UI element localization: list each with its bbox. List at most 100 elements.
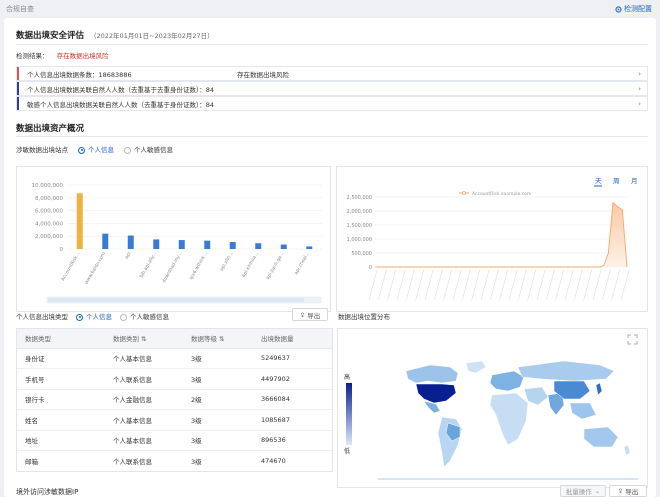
x-tick-mark [536,269,546,301]
bar[interactable] [280,244,287,249]
table-cell: 个人金融信息 [105,389,183,410]
export-label: 导出 [307,311,321,320]
config-button[interactable]: 检测配置 [615,4,652,14]
table-cell: 个人联系信息 [105,450,183,471]
radio-sensitive[interactable]: 个人敏感信息 [120,311,169,321]
legend-high: 高 [344,373,350,381]
bar[interactable] [178,240,185,249]
period-tab[interactable]: 月 [631,177,638,185]
table-cell: 姓名 [17,409,105,431]
map-country-middle-east[interactable] [523,386,549,406]
radio-personal[interactable]: 个人信息 [78,144,114,154]
map-country-europe[interactable] [489,370,525,392]
map-country-se-asia[interactable] [569,402,597,420]
x-tick-mark [368,269,378,301]
bar-chart: 10,000,000 8,000,000 6,000,000 4,000,000 2,0… [32,183,322,304]
table-cell: 3级 [183,368,253,390]
period-tab[interactable]: 天 [595,177,602,185]
y-tick-label: 500,000 [351,251,372,257]
bar[interactable] [229,241,236,249]
bar[interactable] [306,246,313,249]
x-tick-mark [583,269,592,301]
export-icon: ⇪ [617,487,624,495]
bar[interactable] [153,239,160,249]
bar[interactable] [255,243,262,249]
x-tick-label: bjb.api.aliy... [138,251,158,279]
col-header: 出境数据量 [253,329,332,349]
x-tick-mark [546,269,555,301]
result-row-2[interactable]: 个人信息出境数据关联自然人人数（去重基于去重身份证数）：84 › [16,81,648,96]
x-tick-mark [490,269,499,301]
map-country-mexico[interactable] [423,400,441,414]
radio-off-icon [120,313,127,321]
exit-site-label: 涉敏数据出境站点 [16,146,68,154]
world-map: 高 低 [344,334,638,480]
map-country-greenland[interactable] [465,360,487,374]
x-tick-mark [499,269,508,301]
map-country-africa[interactable] [489,392,529,446]
scrollbar-thumb[interactable] [48,298,304,302]
col-label: 数据类别 [113,335,139,344]
x-tick-mark [620,269,630,301]
result-row-1[interactable]: 个人信息出境数据条数：18683886 存在数据出境风险 › [16,66,648,81]
result-line: 检测结果： 存在数据出境风险 [16,50,109,60]
bar-chart-panel: 10,000,000 8,000,000 6,000,000 4,000,000 2,0… [16,166,331,312]
x-tick-label: api.jianli.ga... [265,251,286,281]
table-cell: 地址 [17,430,105,451]
radio-label: 个人敏感信息 [130,313,169,321]
divider [16,44,648,45]
assessment-period: （2022年01月01日~2023年02月27日） [90,32,214,40]
table-cell: 银行卡 [17,389,105,410]
map-panel: 高 低 [337,328,648,488]
y-tick-label: 2,000,000 [35,234,63,240]
x-tick-mark [508,269,518,301]
bar[interactable] [204,240,211,249]
y-tick-label: 0 [60,247,64,253]
map-country-canada[interactable] [405,364,459,384]
x-tick-mark [471,269,480,301]
radio-sensitive[interactable]: 个人敏感信息 [124,144,173,154]
result-row-3[interactable]: 敏感个人信息出境数据关联自然人人数（去重基于身份证数）：84 › [16,96,648,111]
period-tab[interactable]: 周 [613,177,620,185]
radio-personal[interactable]: 个人信息 [76,311,112,321]
area-chart-panel: 天 周 月 AccountRisk.example.com 2,500,000 2,000… [336,166,648,312]
table-row: 手机号 个人联系信息 3级 4497902 [17,368,332,390]
fullscreen-icon[interactable] [627,334,638,345]
y-tick-label: 10,000,000 [32,183,64,189]
y-tick-label: 1,000,000 [347,237,372,243]
map-country-japan[interactable] [595,382,603,396]
map-country-new-zealand[interactable] [623,444,631,456]
x-tick-label: AccountRisk... [60,251,81,282]
table-row: 邮箱 个人联系信息 3级 474670 [17,450,332,471]
col-header-sortable[interactable]: 数据类别 ⇅ [105,329,183,349]
table-cell: 5249637 [253,348,332,369]
x-tick-mark [592,269,602,301]
map-country-usa[interactable] [415,383,457,404]
y-tick-label: 6,000,000 [35,209,63,215]
bar[interactable] [76,193,83,249]
x-tick-label: download.my... [161,251,183,284]
table-cell: 身份证 [17,348,105,369]
table-cell: 邮箱 [17,450,105,471]
col-header-sortable[interactable]: 数据等级 ⇅ [183,329,253,349]
radio-on-icon [76,313,83,321]
table-cell: 4497902 [253,368,332,390]
table-cell: 3666084 [253,389,332,410]
bottom-title: 境外访问涉敏数据IP [16,488,79,496]
x-tick-mark [462,269,471,301]
map-country-russia[interactable] [517,360,615,382]
chevron-right-icon: › [638,99,641,108]
export-button[interactable]: ⇪ 导出 [292,308,328,321]
x-tick-mark [602,269,611,301]
bar[interactable] [127,235,134,249]
map-country-australia[interactable] [583,426,619,448]
bottom-export-button[interactable]: ⇪ 导出 [609,485,647,497]
batch-button[interactable]: 批量操作 ⌄ [560,485,606,497]
table-cell: 个人基本信息 [105,409,183,431]
y-tick-label: 4,000,000 [35,221,63,227]
y-tick-label: 1,500,000 [347,223,372,229]
divider [16,136,648,137]
col-header: 数据类型 [17,329,105,349]
radio-off-icon [124,146,131,154]
bar[interactable] [102,233,109,249]
